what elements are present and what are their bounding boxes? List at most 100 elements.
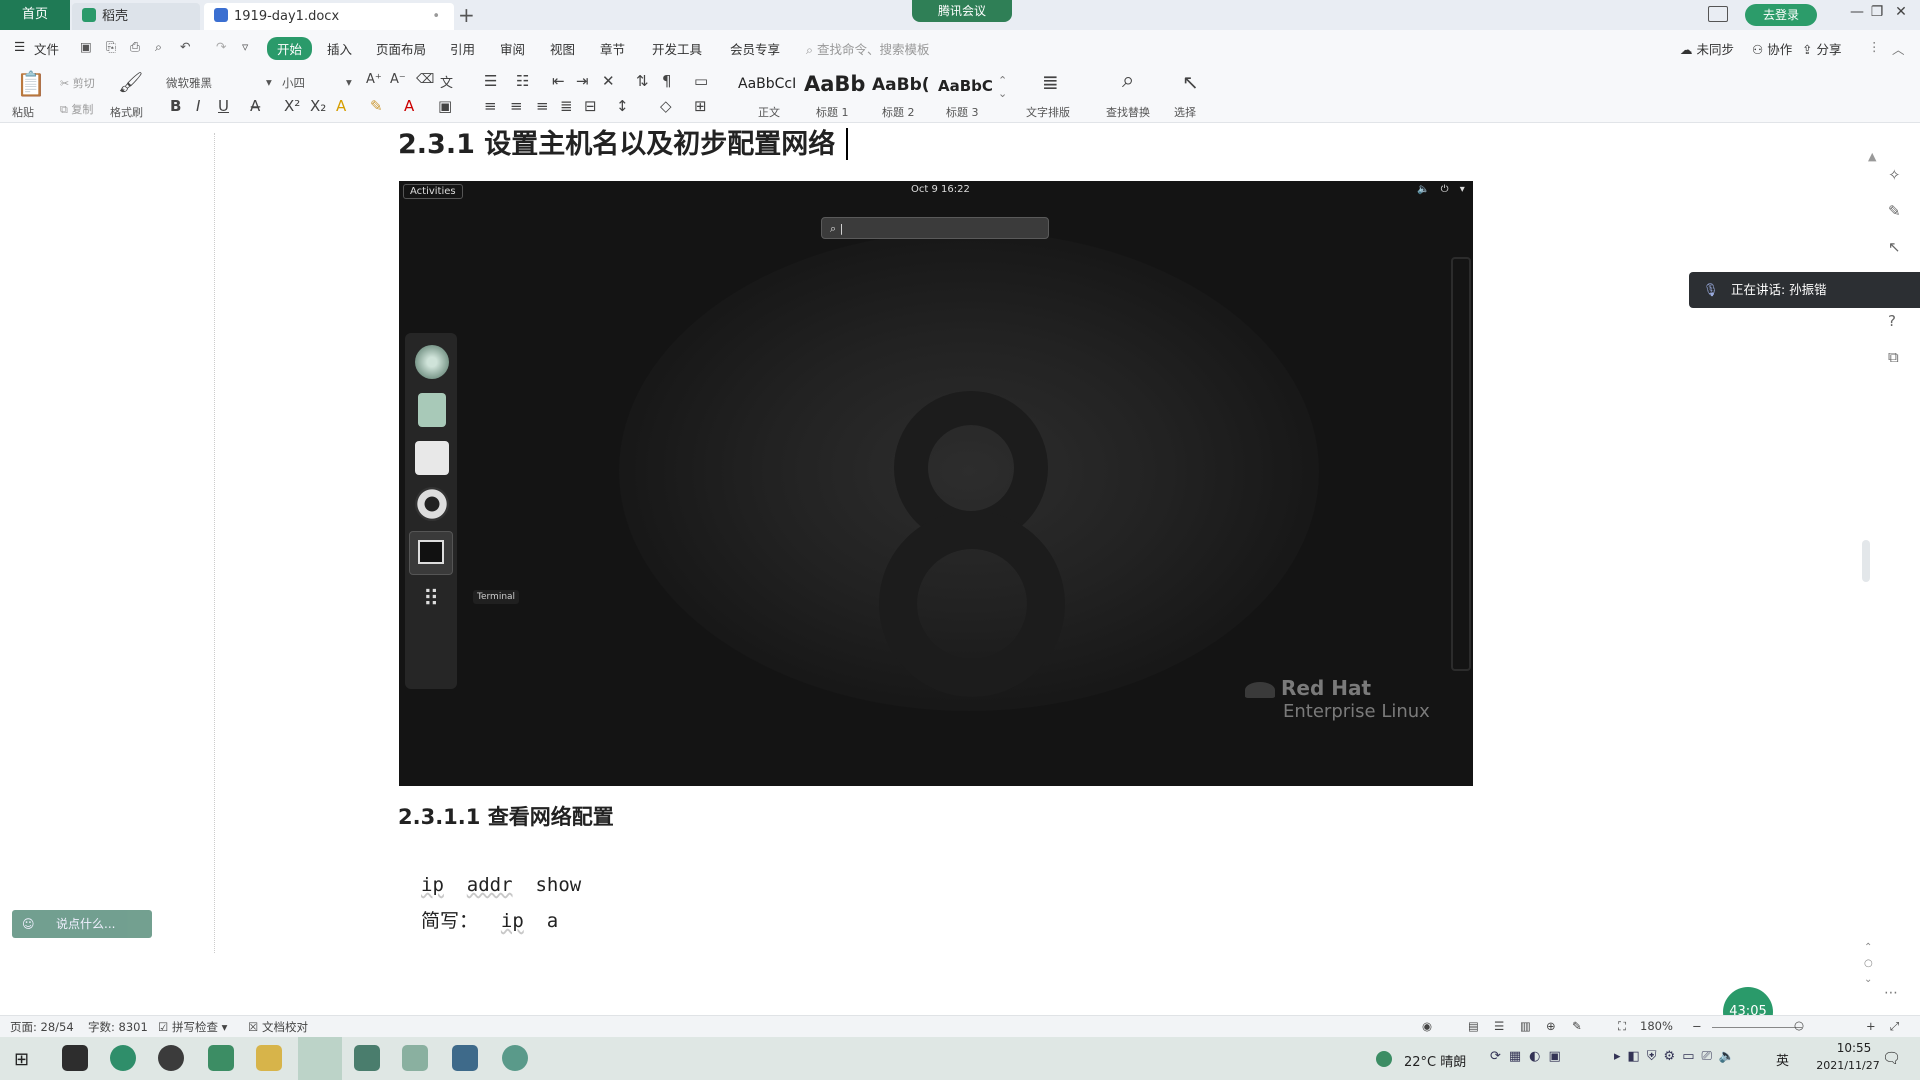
undo-icon[interactable]: ↶ [180,39,190,54]
numbered-list-icon[interactable]: ☷ [516,72,529,90]
code-line-1[interactable]: ip addr show [421,874,581,896]
style-normal-label[interactable]: 正文 [758,104,780,120]
chrome-icon[interactable] [158,1045,184,1071]
strikethrough-icon[interactable]: A̶ [250,97,260,115]
vertical-scrollbar[interactable] [1862,540,1870,582]
menu-references[interactable]: 引用 [450,39,475,58]
web-view-icon[interactable]: ⊕ [1546,1019,1556,1033]
menu-review[interactable]: 审阅 [500,39,525,58]
italic-icon[interactable]: I [196,97,200,115]
write-view-icon[interactable]: ✎ [1572,1019,1582,1033]
share-button[interactable]: ⇪ 分享 [1802,39,1841,58]
save-icon[interactable]: ▣ [80,39,92,54]
find-replace-label[interactable]: 查找替换 [1106,104,1150,120]
style-h3-preview[interactable]: AaBbC [938,77,993,95]
font-name-select[interactable]: 微软雅黑 ▾ [166,75,276,91]
tray-status-icons[interactable]: ▸◧⛨⚙▭⎚🔈 [1614,1049,1742,1064]
tab-document[interactable]: 1919-day1.docx • [204,3,454,30]
zoom-slider-thumb[interactable]: ○ [1794,1018,1804,1032]
menu-member[interactable]: 会员专享 [730,39,780,58]
font-size-select[interactable]: 小四 ▾ [282,75,354,91]
spell-check-toggle[interactable]: ☑ 拼写检查 ▾ [158,1019,227,1035]
menu-developer[interactable]: 开发工具 [652,39,702,58]
font-color-icon[interactable]: A [404,97,414,115]
reading-view-icon[interactable]: ▥ [1520,1019,1531,1033]
app-icon[interactable] [402,1045,428,1071]
print-icon[interactable]: ⎙ [130,39,140,55]
align-center-icon[interactable]: ≡ [510,97,523,115]
distribute-icon[interactable]: ⊟ [584,97,597,115]
login-button[interactable]: 去登录 [1745,4,1817,26]
say-something-button[interactable]: ☺ 说点什么... [12,910,152,938]
menu-home[interactable]: 开始 [267,37,313,60]
notification-icon[interactable]: 🗨 [1882,1049,1901,1067]
show-marks-icon[interactable]: ¶ [662,72,672,90]
more-options-icon[interactable]: ⋯ [1884,985,1898,1001]
chinese-layout-icon[interactable]: ✕ [602,72,615,90]
close-button[interactable]: ✕ [1890,4,1912,20]
layout-icon[interactable] [1708,6,1728,22]
style-h2-label[interactable]: 标题 2 [882,104,915,120]
style-h2-preview[interactable]: AaBb( [872,75,930,95]
highlight-icon[interactable]: ✎ [370,97,383,115]
minimize-button[interactable]: — [1846,4,1868,20]
heading-2-3-1-1[interactable]: 2.3.1.1 查看网络配置 [398,801,614,831]
text-layout-label[interactable]: 文字排版 [1026,104,1070,120]
pointer-icon[interactable]: ↖ [1888,238,1901,256]
text-effect-icon[interactable]: A [336,97,346,115]
zoom-out-icon[interactable]: − [1692,1019,1702,1033]
style-h3-label[interactable]: 标题 3 [946,104,979,120]
edge-browser-icon[interactable] [110,1045,136,1071]
weather-text[interactable]: 22°C 晴朗 [1404,1051,1466,1070]
tab-home[interactable]: 首页 [0,0,70,30]
export-pdf-icon[interactable]: ⎘ [106,39,116,55]
ime-indicator[interactable]: 英 [1776,1050,1789,1069]
weather-icon[interactable] [1376,1051,1392,1067]
underline-icon[interactable]: U [218,97,229,115]
tencent-meeting-icon[interactable] [298,1037,342,1080]
tab-docer[interactable]: 稻壳 [72,3,200,30]
windows-start-icon[interactable]: ⊞ [14,1049,29,1070]
menu-page-layout[interactable]: 页面布局 [376,39,426,58]
print-preview-icon[interactable]: ⌕ [155,39,162,55]
quick-access-more-icon[interactable]: ▿ [242,39,248,54]
text-layout-icon[interactable]: ≣ [1042,70,1059,94]
align-right-icon[interactable]: ≡ [536,97,549,115]
zoom-level[interactable]: 180% [1640,1019,1673,1033]
sort-icon[interactable]: ⇅ [636,72,649,90]
file-explorer-icon[interactable] [256,1045,282,1071]
network-app-icon[interactable] [502,1045,528,1071]
fullscreen-icon[interactable]: ⤢ [1890,1019,1899,1034]
sync-status[interactable]: ☁ 未同步 [1680,39,1734,58]
hamburger-icon[interactable]: ☰ [14,39,25,54]
word-count[interactable]: 字数: 8301 [88,1019,148,1035]
copy-button[interactable]: ⧉ 复制 [60,101,93,117]
collapse-ribbon-icon[interactable]: ︿ [1892,39,1905,58]
bold-icon[interactable]: B [170,97,181,115]
heading-2-3-1[interactable]: 2.3.1 设置主机名以及初步配置网络 [398,122,835,161]
format-painter-label[interactable]: 格式刷 [110,104,143,120]
wps-writer-icon[interactable] [208,1045,234,1071]
restore-button[interactable]: ❐ [1866,4,1888,20]
eye-protect-icon[interactable]: ◉ [1422,1019,1432,1033]
sublime-icon[interactable] [62,1045,88,1071]
format-painter-icon[interactable]: 🖌 [118,70,143,94]
grow-font-icon[interactable]: A⁺ [366,72,382,87]
page-count[interactable]: 页面: 28/54 [10,1019,74,1035]
select-cursor-icon[interactable]: ↖ [1182,70,1199,94]
rhel-desktop-screenshot[interactable]: Activities Oct 9 16:22 🔈 ⏻ ▾ ⌕ | ⠿ Termi… [399,181,1473,786]
zoom-in-icon[interactable]: + [1866,1019,1876,1033]
fit-page-icon[interactable]: ⛶ [1618,1019,1626,1034]
share-screen-icon[interactable]: ⧉ [1888,348,1899,366]
menu-view[interactable]: 视图 [550,39,575,58]
page-nav-icons[interactable]: ⌃ ○ ⌄ [1864,940,1873,988]
page-view-icon[interactable]: ▤ [1468,1019,1479,1033]
cut-button[interactable]: ✂ 剪切 [60,75,95,91]
vmware-icon[interactable] [452,1045,478,1071]
help-icon[interactable]: ? [1888,312,1896,330]
subscript-icon[interactable]: X₂ [310,97,326,115]
document-proof-button[interactable]: ☒ 文档校对 [248,1019,308,1035]
clock-time[interactable]: 10:55 [1822,1041,1886,1055]
borders-icon[interactable]: ⊞ [694,97,707,115]
line-spacing-icon[interactable]: ↕ [616,97,629,115]
